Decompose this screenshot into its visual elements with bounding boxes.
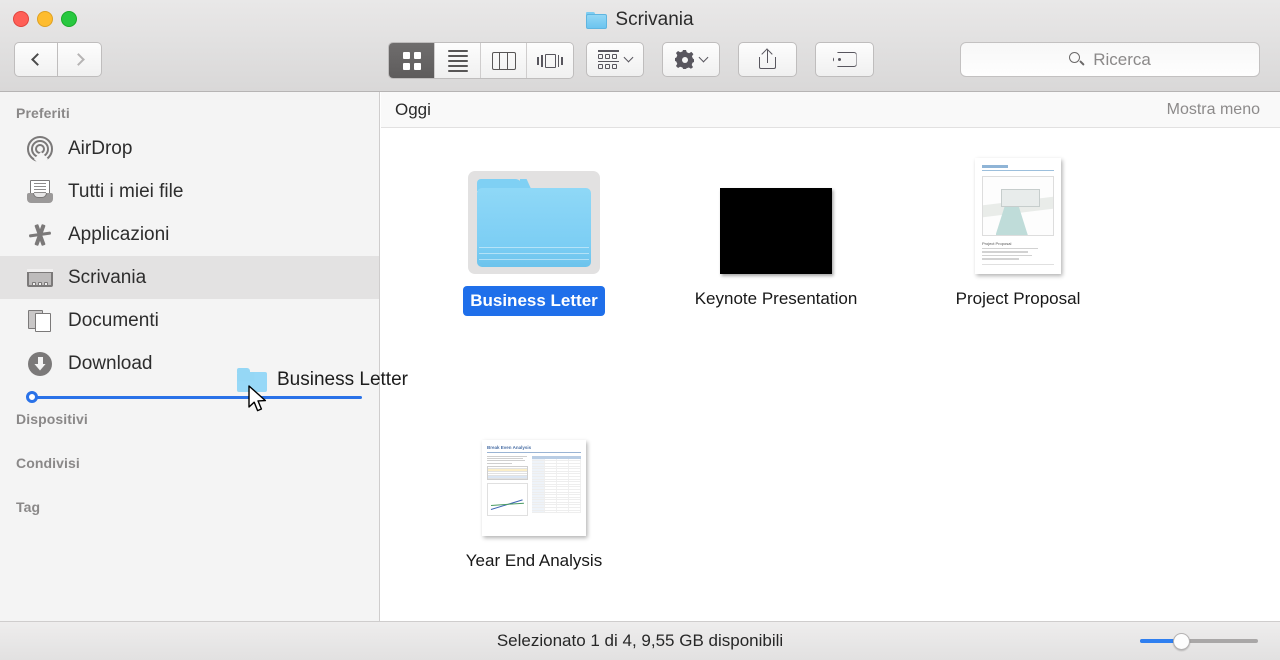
- file-item-label: Project Proposal: [955, 289, 1081, 308]
- share-icon: [759, 48, 776, 69]
- search-placeholder: Ricerca: [1093, 49, 1151, 69]
- arrange-button[interactable]: [586, 42, 644, 77]
- coverflow-view-button[interactable]: [527, 43, 573, 78]
- sidebar-item-label: AirDrop: [68, 137, 133, 159]
- finder-window: Scrivania Ricerca Preferiti AirDrop Tutt…: [0, 0, 1280, 660]
- window-title-bar: Scrivania: [0, 7, 1280, 33]
- sidebar-section-header-condivisi: Condivisi: [16, 455, 80, 471]
- arrow-cursor: [248, 385, 267, 412]
- coverflow-icon: [537, 52, 563, 70]
- search-field[interactable]: Ricerca: [960, 42, 1260, 77]
- sidebar-item-applications[interactable]: Applicazioni: [0, 213, 379, 256]
- thumbnail: [720, 154, 832, 274]
- downloads-icon: [26, 350, 54, 378]
- status-bar: Selezionato 1 di 4, 9,55 GB disponibili: [0, 621, 1280, 660]
- chevron-right-icon: [71, 53, 85, 66]
- slider-knob[interactable]: [1173, 633, 1190, 650]
- sidebar-section-header-preferiti: Preferiti: [16, 105, 70, 121]
- action-menu-button[interactable]: [662, 42, 720, 77]
- sidebar-item-label: Download: [68, 352, 153, 374]
- sidebar: Preferiti AirDrop Tutti i miei file Appl…: [0, 92, 380, 621]
- keynote-slide-icon: [720, 188, 832, 274]
- thumbnail: [468, 154, 600, 274]
- column-view-button[interactable]: [481, 43, 527, 78]
- share-button[interactable]: [738, 42, 797, 77]
- icon-grid: Business Letter Keynote Presentation Pro…: [381, 128, 1280, 606]
- sidebar-item-all-files[interactable]: Tutti i miei file: [0, 170, 379, 213]
- file-item-label: Year End Analysis: [465, 551, 603, 570]
- drag-ghost-label: Business Letter: [277, 369, 408, 390]
- icon-view-button[interactable]: [389, 43, 435, 78]
- group-header-bar: Oggi Mostra meno: [381, 92, 1280, 128]
- sidebar-item-label: Applicazioni: [68, 223, 170, 245]
- back-button[interactable]: [14, 42, 58, 77]
- sidebar-item-label: Tutti i miei file: [68, 180, 184, 202]
- thumbnail: Break Even Analysis: [482, 416, 586, 536]
- file-browser-content: Oggi Mostra meno Business Letter Keynote…: [381, 92, 1280, 621]
- document-page-icon: Project Proposal: [975, 158, 1061, 274]
- search-icon: [1069, 52, 1085, 67]
- tag-icon: [832, 52, 857, 67]
- chevron-left-icon: [31, 53, 44, 66]
- folder-icon: [586, 11, 608, 29]
- sidebar-item-airdrop[interactable]: AirDrop: [0, 127, 379, 170]
- file-item-year-end-analysis[interactable]: Break Even Analysis Year End Analysis: [413, 416, 655, 606]
- status-text: Selezionato 1 di 4, 9,55 GB disponibili: [496, 631, 784, 650]
- chevron-down-icon: [698, 52, 709, 63]
- list-view-button[interactable]: [435, 43, 481, 78]
- chevron-down-icon: [623, 52, 634, 63]
- airdrop-icon: [26, 135, 54, 166]
- file-item-business-letter[interactable]: Business Letter: [413, 154, 655, 344]
- folder-icon: [477, 179, 591, 267]
- thumbnail-doc-title: Project Proposal: [982, 241, 1012, 246]
- sidebar-item-desktop[interactable]: Scrivania: [0, 256, 379, 299]
- titlebar: Scrivania Ricerca: [0, 0, 1280, 92]
- selection-highlight: [468, 171, 600, 274]
- file-item-keynote-presentation[interactable]: Keynote Presentation: [655, 154, 897, 344]
- sidebar-section-header-tag: Tag: [16, 499, 41, 515]
- forward-button[interactable]: [58, 42, 102, 77]
- file-item-label: Business Letter: [463, 286, 605, 317]
- window-title: Scrivania: [615, 9, 694, 30]
- arrange-icon: [598, 50, 619, 69]
- view-mode-segmented-control: [388, 42, 574, 79]
- gear-icon: [675, 50, 694, 69]
- documents-icon: [26, 307, 54, 335]
- list-icon: [447, 49, 468, 72]
- drop-insertion-line: [30, 396, 362, 399]
- spreadsheet-page-icon: Break Even Analysis: [482, 440, 586, 536]
- columns-icon: [491, 51, 516, 70]
- drop-insertion-knob: [26, 391, 38, 403]
- file-item-project-proposal[interactable]: Project Proposal Project Proposal: [897, 154, 1139, 344]
- thumbnail: Project Proposal: [975, 154, 1061, 274]
- desktop-icon: [26, 264, 54, 292]
- navigation-buttons: [14, 42, 102, 77]
- sidebar-item-label: Documenti: [68, 309, 159, 331]
- applications-icon: [26, 221, 54, 249]
- file-item-label: Keynote Presentation: [694, 289, 858, 308]
- sidebar-item-documents[interactable]: Documenti: [0, 299, 379, 342]
- grid-icon: [402, 51, 421, 70]
- show-less-link[interactable]: Mostra meno: [1167, 101, 1260, 119]
- group-title: Oggi: [395, 99, 431, 119]
- sidebar-section-header-dispositivi: Dispositivi: [16, 411, 88, 427]
- tag-button[interactable]: [815, 42, 874, 77]
- sidebar-item-label: Scrivania: [68, 266, 147, 288]
- all-files-icon: [26, 178, 54, 206]
- icon-size-slider[interactable]: [1140, 633, 1258, 650]
